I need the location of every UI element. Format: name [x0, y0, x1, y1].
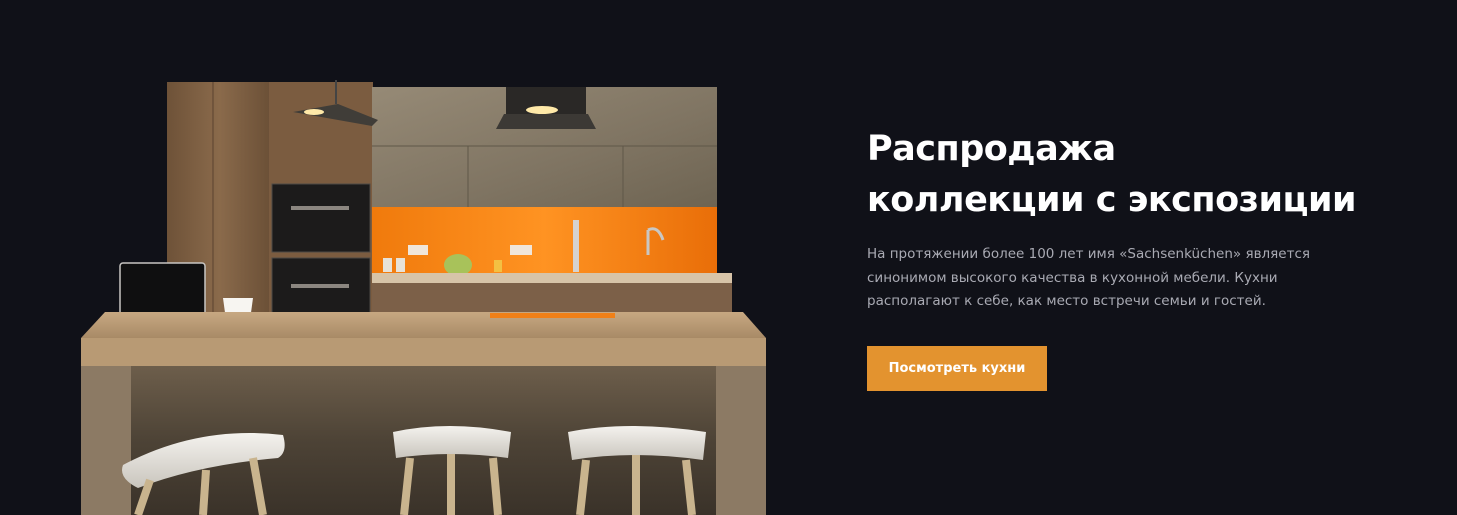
view-kitchens-button[interactable]: Посмотреть кухни [867, 346, 1047, 391]
hero-description: На протяжении более 100 лет имя «Sachsen… [867, 246, 1310, 309]
hero-section: Распродажа коллекции с экспозиции На про… [0, 0, 1457, 515]
hero-title-line-1: Распродажа [867, 129, 1116, 169]
hero-content: Распродажа коллекции с экспозиции На про… [867, 124, 1357, 391]
hero-title: Распродажа коллекции с экспозиции [867, 124, 1357, 226]
kitchen-image [81, 80, 766, 515]
hero-title-line-2: коллекции с экспозиции [867, 180, 1357, 220]
